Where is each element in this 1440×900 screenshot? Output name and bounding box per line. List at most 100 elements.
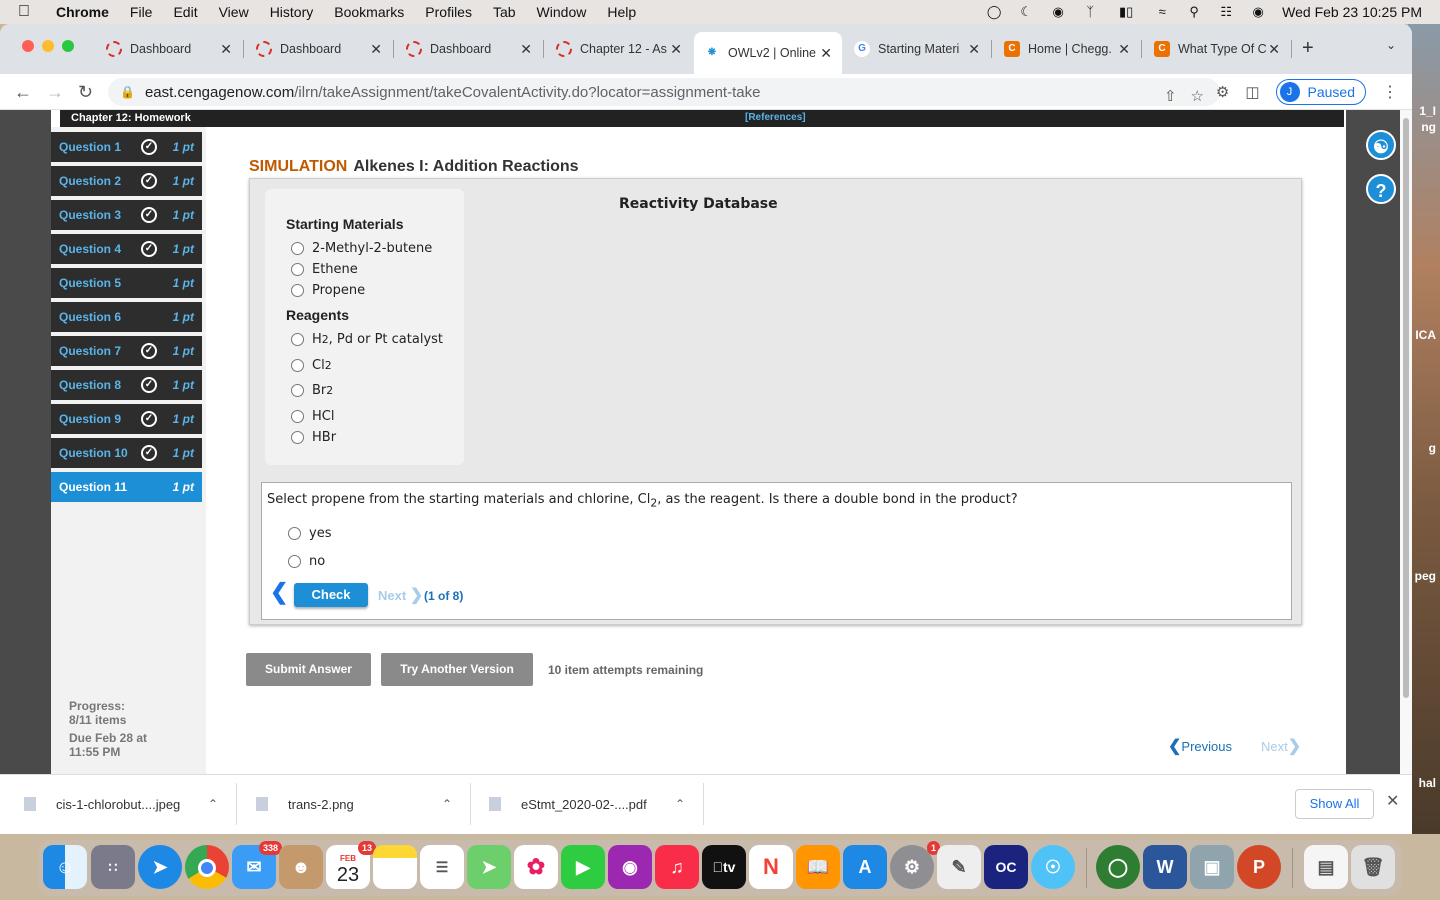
question-4-link[interactable]: Question 4 ✓ 1 pt [51, 234, 202, 264]
close-tab-icon[interactable]: ✕ [820, 45, 832, 62]
question-8-link[interactable]: Question 8 ✓ 1 pt [51, 370, 202, 400]
finder-icon[interactable]: ☺ [43, 845, 87, 889]
menu-bookmarks[interactable]: Bookmarks [334, 4, 404, 20]
answer-yes[interactable]: yes [288, 526, 331, 541]
download-item-2[interactable]: trans-2.png ⌃ [256, 775, 470, 833]
close-tab-icon[interactable]: ✕ [968, 41, 980, 58]
show-all-button[interactable]: Show All [1295, 789, 1374, 819]
radio-button[interactable] [291, 242, 304, 255]
address-bar[interactable]: 🔒 east.cengagenow.com/ilrn/takeAssignmen… [108, 78, 1220, 106]
close-tab-icon[interactable]: ✕ [1118, 41, 1130, 58]
radio-button[interactable] [288, 555, 301, 568]
bookmark-star-icon[interactable]: ☆ [1191, 87, 1204, 105]
menu-window[interactable]: Window [537, 4, 587, 20]
try-another-version-button[interactable]: Try Another Version [381, 653, 533, 686]
menu-history[interactable]: History [270, 4, 314, 20]
launchpad-icon[interactable]: ∷ [91, 845, 135, 889]
reagent-option-hbr[interactable]: HBr [291, 430, 336, 445]
close-tab-icon[interactable]: ✕ [670, 41, 682, 58]
submit-answer-button[interactable]: Submit Answer [246, 653, 371, 686]
tab-dashboard-1[interactable]: Dashboard ✕ [96, 36, 242, 62]
chrome-icon[interactable] [185, 845, 229, 889]
check-button[interactable]: Check [294, 583, 368, 607]
news-icon[interactable]: N [749, 845, 793, 889]
menu-profiles[interactable]: Profiles [425, 4, 472, 20]
powerpoint-icon[interactable]: P [1237, 845, 1281, 889]
profile-button[interactable]: J Paused [1275, 79, 1366, 105]
connect-app-icon[interactable]: OC [984, 845, 1028, 889]
tab-dashboard-3[interactable]: Dashboard ✕ [396, 36, 542, 62]
preview-icon[interactable]: ▣ [1190, 845, 1234, 889]
share-icon[interactable]: ⇧ [1164, 87, 1177, 105]
close-window-button[interactable] [22, 40, 34, 52]
starting-option-propene[interactable]: Propene [291, 283, 365, 298]
bluetooth-icon[interactable]: ᛉ [1082, 5, 1098, 19]
calendar-icon[interactable]: FEB 23 13 [326, 841, 376, 889]
scrollbar-thumb[interactable] [1403, 118, 1409, 698]
apple-tv-icon[interactable]: tv [702, 845, 746, 889]
radio-button[interactable] [291, 410, 304, 423]
side-panel-icon[interactable]: ◫ [1245, 83, 1259, 101]
new-tab-button[interactable]: + [1302, 37, 1314, 60]
tab-starting-materials[interactable]: G Starting Materi ✕ [844, 36, 990, 62]
help-question-icon[interactable]: ? [1366, 174, 1396, 204]
close-downloads-icon[interactable]: ✕ [1386, 791, 1399, 811]
starting-option-ethene[interactable]: Ethene [291, 262, 358, 277]
app-store-icon[interactable]: A [843, 845, 887, 889]
tab-owlv2-active[interactable]: ❋ OWLv2 | Online ✕ [694, 32, 842, 74]
moon-icon[interactable]: ☾ [1018, 5, 1034, 19]
close-tab-icon[interactable]: ✕ [520, 41, 532, 58]
notes-icon[interactable] [373, 845, 417, 889]
reagent-option-hcl[interactable]: HCl [291, 409, 334, 424]
menu-view[interactable]: View [219, 4, 249, 20]
menu-file[interactable]: File [130, 4, 153, 20]
lock-icon[interactable]: 🔒 [120, 85, 135, 99]
radio-button[interactable] [291, 384, 304, 397]
menu-clock[interactable]: Wed Feb 23 10:25 PM [1282, 4, 1422, 20]
menu-help[interactable]: Help [607, 4, 636, 20]
zoom-window-button[interactable] [62, 40, 74, 52]
photos-icon[interactable]: ✿ [514, 845, 558, 889]
answer-no[interactable]: no [288, 554, 325, 569]
next-step-button[interactable]: Next ❯ [378, 585, 423, 605]
question-9-link[interactable]: Question 9 ✓ 1 pt [51, 404, 202, 434]
tab-dashboard-2[interactable]: Dashboard ✕ [246, 36, 392, 62]
safari-icon[interactable]: ➤ [138, 845, 182, 889]
radio-button[interactable] [291, 284, 304, 297]
forward-arrow-icon[interactable]: → [46, 82, 64, 103]
question-10-link[interactable]: Question 10 ✓ 1 pt [51, 438, 202, 468]
support-headset-icon[interactable]: ☯ [1366, 130, 1396, 160]
radio-button[interactable] [288, 527, 301, 540]
tab-chegg-question[interactable]: C What Type Of C ✕ [1144, 36, 1290, 62]
menu-tab[interactable]: Tab [493, 4, 516, 20]
spotlight-search-icon[interactable]: ⚲ [1186, 5, 1202, 19]
reagent-option-h2[interactable]: H2, Pd or Pt catalyst [291, 332, 443, 347]
starting-option-2-methyl-2-butene[interactable]: 2-Methyl-2-butene [291, 241, 432, 256]
question-11-link[interactable]: Question 11 1 pt [51, 472, 202, 502]
document-icon[interactable]: ▤ [1304, 845, 1348, 889]
close-tab-icon[interactable]: ✕ [220, 41, 232, 58]
previous-question-link[interactable]: ❮Previous [1168, 736, 1232, 756]
radio-button[interactable] [291, 431, 304, 444]
reload-icon[interactable]: ↻ [78, 82, 93, 103]
reminders-icon[interactable]: ☰ [420, 845, 464, 889]
circle-app-icon[interactable]: ◯ [1096, 845, 1140, 889]
question-2-link[interactable]: Question 2 ✓ 1 pt [51, 166, 202, 196]
menu-edit[interactable]: Edit [173, 4, 197, 20]
page-scrollbar[interactable] [1400, 110, 1412, 774]
apple-icon[interactable]:  [18, 3, 36, 21]
reagent-option-cl2[interactable]: Cl 2 [291, 358, 332, 373]
system-preferences-icon[interactable]: ⚙ 1 [890, 841, 940, 889]
music-icon[interactable]: ♫ [655, 845, 699, 889]
download-item-3[interactable]: eStmt_2020-02-....pdf ⌃ [489, 775, 703, 833]
question-3-link[interactable]: Question 3 ✓ 1 pt [51, 200, 202, 230]
extensions-puzzle-icon[interactable]: ⚙ [1216, 83, 1229, 101]
wifi-icon[interactable]: ≈ [1154, 5, 1170, 19]
globe-icon[interactable]: ☉ [1031, 845, 1075, 889]
accessibility-icon[interactable]: ◉ [1050, 5, 1066, 19]
question-7-link[interactable]: Question 7 ✓ 1 pt [51, 336, 202, 366]
question-1-link[interactable]: Question 1 ✓ 1 pt [51, 132, 202, 162]
facetime-icon[interactable]: ▶ [561, 845, 605, 889]
close-tab-icon[interactable]: ✕ [370, 41, 382, 58]
battery-icon[interactable]: ▮▯ [1114, 5, 1138, 19]
